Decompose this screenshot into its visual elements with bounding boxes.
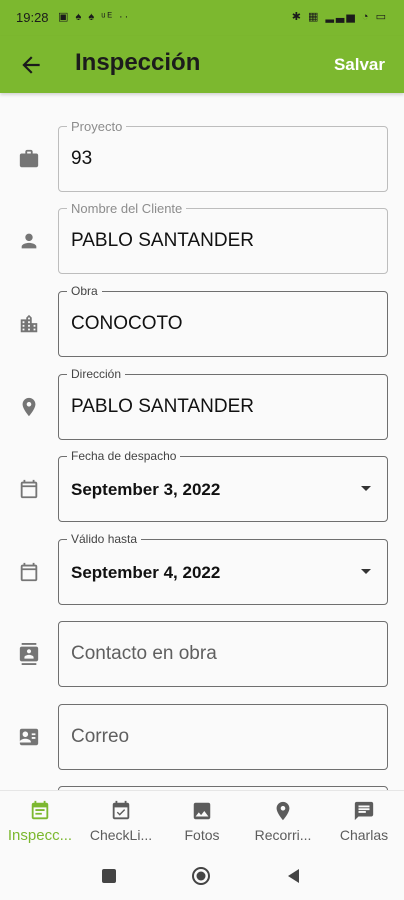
nav-label: Fotos xyxy=(184,827,220,843)
nav-label: Recorri... xyxy=(254,827,312,843)
cliente-row: Nombre del Cliente PABLO SANTANDER xyxy=(0,201,404,274)
notification-icons: ▣ ♠ ♠ ᵘᴱ ·· xyxy=(58,11,131,23)
fecha-despacho-value: September 3, 2022 xyxy=(71,480,221,499)
id-card-icon xyxy=(19,728,39,746)
inspection-form: Proyecto 93 Nombre del Cliente PABLO SAN… xyxy=(0,93,404,790)
dropdown-arrow-icon xyxy=(361,569,371,574)
proyecto-value: 93 xyxy=(71,148,93,169)
fecha-despacho-label: Fecha de despacho xyxy=(67,449,181,464)
cliente-value: PABLO SANTANDER xyxy=(71,230,255,251)
dropdown-arrow-icon xyxy=(361,486,371,491)
event-check-icon xyxy=(112,800,130,820)
image-icon xyxy=(193,802,211,820)
nav-recorrido[interactable]: Recorri... xyxy=(243,791,323,851)
correo-row: Correo xyxy=(0,704,404,770)
calendar-icon xyxy=(20,479,38,499)
calendar-icon xyxy=(20,562,38,582)
proyecto-field[interactable]: Proyecto 93 xyxy=(58,119,388,192)
direccion-value: PABLO SANTANDER xyxy=(71,396,255,417)
place-icon xyxy=(276,801,290,821)
valido-hasta-row: Válido hasta September 4, 2022 xyxy=(0,532,404,605)
obra-field[interactable]: Obra CONOCOTO xyxy=(58,284,388,357)
cliente-field[interactable]: Nombre del Cliente PABLO SANTANDER xyxy=(58,201,388,274)
direccion-row: Dirección PABLO SANTANDER xyxy=(0,367,404,440)
status-time: 19:28 xyxy=(16,10,49,25)
correo-placeholder: Correo xyxy=(71,726,130,747)
system-navigation-bar xyxy=(0,850,404,900)
cliente-label: Nombre del Cliente xyxy=(67,201,187,216)
recents-square-icon[interactable] xyxy=(99,866,119,886)
nav-charlas[interactable]: Charlas xyxy=(324,791,404,851)
correo-input[interactable]: Correo xyxy=(58,704,388,770)
home-circle-icon[interactable] xyxy=(191,866,211,886)
system-status-icons: ✱ ▦ ▂▃▅ ◔ ▭ xyxy=(291,11,388,23)
contacto-row: Contacto en obra xyxy=(0,621,404,687)
nav-inspeccion[interactable]: Inspecc... xyxy=(0,791,80,851)
event-note-icon xyxy=(31,800,49,820)
fecha-despacho-dropdown[interactable]: Fecha de despacho September 3, 2022 xyxy=(58,449,388,522)
valido-hasta-value: September 4, 2022 xyxy=(71,563,221,582)
contacto-input[interactable]: Contacto en obra xyxy=(58,621,388,687)
contact-card-icon xyxy=(19,643,39,665)
save-button[interactable]: Salvar xyxy=(334,55,385,75)
nav-fotos[interactable]: Fotos xyxy=(162,791,242,851)
direccion-field[interactable]: Dirección PABLO SANTANDER xyxy=(58,367,388,440)
nav-checklist[interactable]: CheckLi... xyxy=(81,791,161,851)
nav-label: Inspecc... xyxy=(7,827,73,844)
direccion-label: Dirección xyxy=(67,367,126,382)
arrow-back-icon xyxy=(22,56,40,74)
nav-label: CheckLi... xyxy=(89,827,153,843)
page-title: Inspección xyxy=(75,49,201,76)
chat-icon xyxy=(354,801,374,821)
app-bar: Inspección Salvar xyxy=(0,36,404,93)
obra-label: Obra xyxy=(67,284,102,299)
proyecto-label: Proyecto xyxy=(67,119,127,134)
valido-hasta-label: Válido hasta xyxy=(67,532,142,547)
back-button[interactable] xyxy=(18,52,44,78)
briefcase-icon xyxy=(19,149,39,168)
city-icon xyxy=(20,314,38,333)
contacto-placeholder: Contacto en obra xyxy=(71,643,217,664)
obra-value: CONOCOTO xyxy=(71,313,183,334)
location-pin-icon xyxy=(22,397,36,417)
obra-row: Obra CONOCOTO xyxy=(0,284,404,357)
nav-label: Charlas xyxy=(339,827,389,843)
valido-hasta-dropdown[interactable]: Válido hasta September 4, 2022 xyxy=(58,532,388,605)
back-triangle-icon[interactable] xyxy=(284,866,304,886)
person-icon xyxy=(21,233,37,249)
fecha-despacho-row: Fecha de despacho September 3, 2022 xyxy=(0,449,404,522)
bottom-navigation: Inspecc... CheckLi... Fotos Recorri... C… xyxy=(0,790,404,851)
status-bar: 19:28 ▣ ♠ ♠ ᵘᴱ ·· ✱ ▦ ▂▃▅ ◔ ▭ xyxy=(0,0,404,36)
proyecto-row: Proyecto 93 xyxy=(0,119,404,192)
